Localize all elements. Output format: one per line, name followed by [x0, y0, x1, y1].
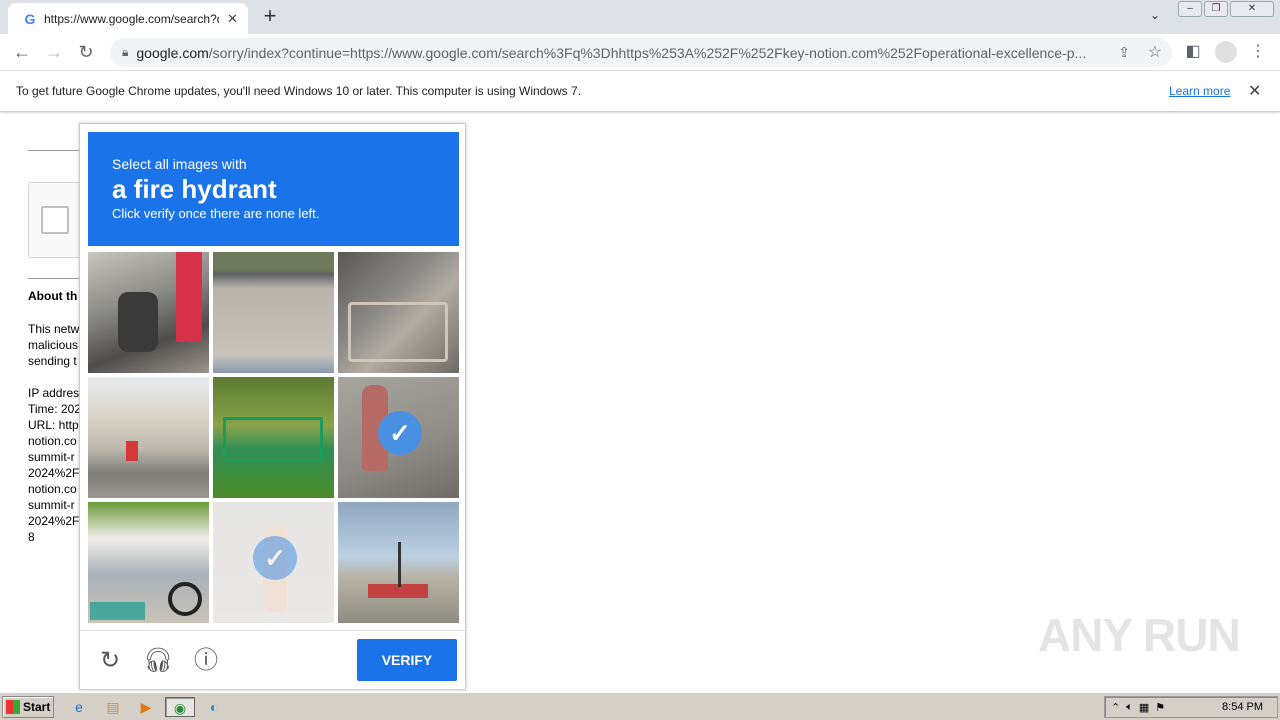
google-favicon-icon: G — [24, 10, 36, 27]
tab-title: https://www.google.com/search?q= — [44, 11, 219, 26]
footer-divider — [80, 630, 465, 631]
edge-icon[interactable]: ◐ — [203, 697, 225, 717]
media-player-icon[interactable]: ▶ — [135, 697, 157, 717]
anyrun-watermark: ANY RUN — [1038, 609, 1241, 661]
tab-strip: G https://www.google.com/search?q= ✕ + ⌄… — [0, 0, 1280, 34]
profile-avatar-icon[interactable] — [1214, 40, 1238, 64]
image-grid: ✓ ✓ — [88, 252, 459, 623]
tile-green-fence[interactable] — [213, 377, 334, 498]
menu-kebab-icon[interactable]: ⋮ — [1246, 40, 1270, 64]
tab-search-chevron-icon[interactable]: ⌄ — [1150, 8, 1160, 22]
windows-logo-icon — [6, 700, 20, 714]
infobar-close-icon[interactable]: ✕ — [1248, 81, 1261, 101]
restore-button[interactable]: ❐ — [1204, 1, 1228, 17]
infobar-message: To get future Google Chrome updates, you… — [16, 84, 582, 98]
tile-bicycle-fence[interactable] — [338, 252, 459, 373]
browser-tab[interactable]: G https://www.google.com/search?q= ✕ — [8, 3, 248, 34]
chrome-taskbar-icon[interactable]: ◉ — [165, 697, 195, 717]
verify-button[interactable]: VERIFY — [357, 639, 457, 681]
window-close-button[interactable]: ✕ — [1230, 1, 1274, 17]
network-icon[interactable]: ▦ — [1139, 701, 1149, 714]
forward-arrow-icon[interactable]: → — [42, 40, 66, 64]
about-heading: About th — [28, 289, 78, 303]
learn-more-link[interactable]: Learn more — [1169, 84, 1230, 98]
tile-faded-hydrant[interactable]: ✓ — [213, 502, 334, 623]
tile-fire-hydrant[interactable]: ✓ — [338, 377, 459, 498]
file-explorer-icon[interactable]: ▤ — [102, 697, 124, 717]
clock[interactable]: 8:54 PM — [1222, 701, 1263, 713]
minimize-button[interactable]: – — [1178, 1, 1202, 17]
tab-close-icon[interactable]: ✕ — [227, 11, 238, 27]
url-text: google.com/sorry/index?continue=https://… — [136, 44, 1087, 61]
window-controls: – ❐ ✕ — [1178, 1, 1274, 17]
recaptcha-checkbox[interactable] — [41, 206, 69, 234]
internet-explorer-icon[interactable]: e — [68, 697, 90, 717]
side-panel-icon[interactable]: ◧ — [1181, 40, 1205, 64]
tray-expand-icon[interactable]: ⌃ — [1111, 701, 1120, 714]
challenge-target: a fire hydrant — [112, 174, 277, 204]
tile-scooter-wall[interactable] — [88, 502, 209, 623]
new-tab-button[interactable]: + — [258, 5, 282, 29]
volume-icon[interactable]: 🔈︎ — [1126, 701, 1133, 714]
challenge-instruction: Select all images with — [112, 156, 247, 172]
start-button[interactable]: Start — [2, 696, 54, 718]
address-bar[interactable]: 🔒︎ google.com/sorry/index?continue=https… — [110, 38, 1172, 67]
system-tray: ⌃ 🔈︎ ▦ ⚑ 8:54 PM — [1104, 696, 1278, 718]
share-icon[interactable]: ⇪ — [1118, 44, 1130, 61]
tile-street-buildings[interactable] — [88, 377, 209, 498]
windows-taskbar: Start e ▤ ▶ ◉ ◐ ⌃ 🔈︎ ▦ ⚑ 8:54 PM — [0, 692, 1280, 720]
reload-icon[interactable]: ↻ — [74, 40, 98, 64]
divider — [28, 278, 84, 279]
divider — [28, 150, 84, 151]
info-icon[interactable]: ⓘ — [191, 646, 221, 676]
audio-headphones-icon[interactable]: 🎧︎ — [143, 646, 173, 676]
recaptcha-challenge: Select all images with a fire hydrant Cl… — [79, 123, 466, 690]
selected-check-icon: ✓ — [253, 536, 297, 580]
tile-scooters-sign[interactable] — [88, 252, 209, 373]
selected-check-icon: ✓ — [378, 411, 422, 455]
action-center-flag-icon[interactable]: ⚑ — [1155, 701, 1165, 714]
update-infobar: To get future Google Chrome updates, you… — [0, 72, 1280, 112]
tile-intersection[interactable] — [338, 502, 459, 623]
browser-toolbar: ← → ↻ 🔒︎ google.com/sorry/index?continue… — [0, 34, 1280, 71]
bookmark-star-icon[interactable]: ☆ — [1148, 42, 1162, 62]
challenge-hint: Click verify once there are none left. — [112, 206, 320, 221]
challenge-header: Select all images with a fire hydrant Cl… — [88, 132, 459, 246]
lock-icon[interactable]: 🔒︎ — [122, 45, 128, 60]
reload-challenge-icon[interactable]: ↻ — [95, 646, 125, 676]
tile-road-curb[interactable] — [213, 252, 334, 373]
back-arrow-icon[interactable]: ← — [10, 40, 34, 64]
page-text: This netw malicious sending t IP addres … — [28, 322, 81, 544]
